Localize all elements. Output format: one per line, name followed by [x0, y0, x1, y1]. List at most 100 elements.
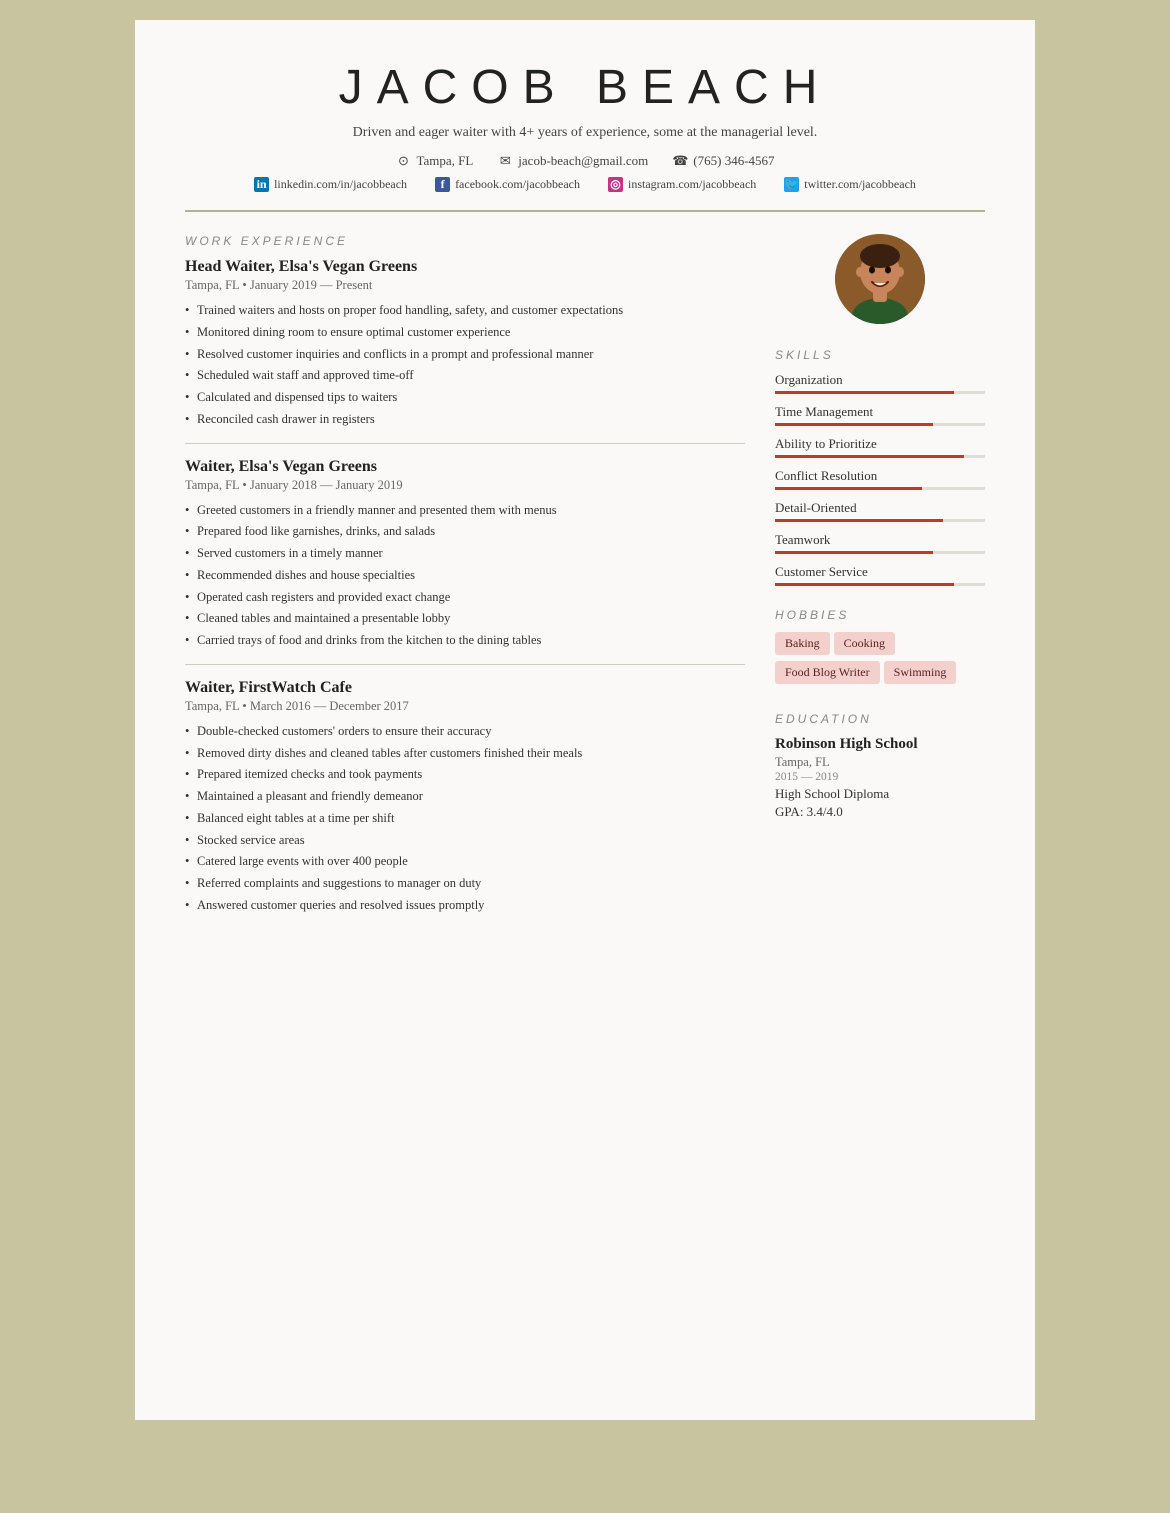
list-item: Double-checked customers' orders to ensu… — [185, 722, 745, 741]
hobbies-section: HOBBIES BakingCookingFood Blog WriterSwi… — [775, 608, 985, 690]
skill-bar-bg — [775, 391, 985, 394]
edu-school: Robinson High School — [775, 736, 985, 753]
hobby-tag: Cooking — [834, 632, 895, 655]
email-item: ✉ jacob-beach@gmail.com — [497, 153, 648, 169]
facebook-item: f facebook.com/jacobbeach — [435, 177, 580, 192]
skill-bar-fill — [775, 455, 964, 458]
hobbies-list: BakingCookingFood Blog WriterSwimming — [775, 632, 985, 690]
list-item: Balanced eight tables at a time per shif… — [185, 809, 745, 828]
job-3-title: Waiter, FirstWatch Cafe — [185, 679, 745, 697]
facebook-icon: f — [435, 177, 450, 192]
skill-item: Conflict Resolution — [775, 468, 985, 490]
skills-section: SKILLS Organization Time Management Abil… — [775, 348, 985, 586]
skill-name: Customer Service — [775, 564, 985, 580]
facebook-text: facebook.com/jacobbeach — [455, 177, 580, 192]
list-item: Trained waiters and hosts on proper food… — [185, 301, 745, 320]
list-item: Reconciled cash drawer in registers — [185, 410, 745, 429]
list-item: Catered large events with over 400 peopl… — [185, 852, 745, 871]
social-links: in linkedin.com/in/jacobbeach f facebook… — [185, 177, 985, 192]
right-column: SKILLS Organization Time Management Abil… — [775, 234, 985, 927]
candidate-tagline: Driven and eager waiter with 4+ years of… — [185, 125, 985, 141]
list-item: Calculated and dispensed tips to waiters — [185, 388, 745, 407]
list-item: Removed dirty dishes and cleaned tables … — [185, 744, 745, 763]
phone-text: (765) 346-4567 — [693, 153, 774, 169]
job-1-bullets: Trained waiters and hosts on proper food… — [185, 301, 745, 429]
skill-item: Organization — [775, 372, 985, 394]
skill-item: Ability to Prioritize — [775, 436, 985, 458]
skill-bar-bg — [775, 423, 985, 426]
edu-gpa: GPA: 3.4/4.0 — [775, 804, 985, 820]
list-item: Referred complaints and suggestions to m… — [185, 874, 745, 893]
skills-list: Organization Time Management Ability to … — [775, 372, 985, 586]
skill-item: Teamwork — [775, 532, 985, 554]
skill-bar-fill — [775, 487, 922, 490]
skill-name: Time Management — [775, 404, 985, 420]
list-item: Operated cash registers and provided exa… — [185, 588, 745, 607]
phone-icon: ☎ — [672, 153, 688, 169]
skill-bar-fill — [775, 391, 954, 394]
job-1: Head Waiter, Elsa's Vegan Greens Tampa, … — [185, 258, 745, 429]
skill-item: Time Management — [775, 404, 985, 426]
list-item: Answered customer queries and resolved i… — [185, 896, 745, 915]
twitter-icon: 🐦 — [784, 177, 799, 192]
list-item: Stocked service areas — [185, 831, 745, 850]
skill-name: Detail-Oriented — [775, 500, 985, 516]
avatar-container — [775, 234, 985, 324]
main-content: WORK EXPERIENCE Head Waiter, Elsa's Vega… — [185, 234, 985, 927]
skill-bar-fill — [775, 519, 943, 522]
skill-bar-bg — [775, 551, 985, 554]
list-item: Recommended dishes and house specialties — [185, 566, 745, 585]
skill-bar-fill — [775, 423, 933, 426]
instagram-item: ◎ instagram.com/jacobbeach — [608, 177, 756, 192]
hobby-tag: Swimming — [884, 661, 957, 684]
linkedin-item: in linkedin.com/in/jacobbeach — [254, 177, 407, 192]
job-2: Waiter, Elsa's Vegan Greens Tampa, FL • … — [185, 458, 745, 650]
list-item: Carried trays of food and drinks from th… — [185, 631, 745, 650]
job-divider-2 — [185, 664, 745, 665]
skill-bar-bg — [775, 455, 985, 458]
skills-title: SKILLS — [775, 348, 985, 362]
phone-item: ☎ (765) 346-4567 — [672, 153, 774, 169]
list-item: Maintained a pleasant and friendly demea… — [185, 787, 745, 806]
skill-name: Conflict Resolution — [775, 468, 985, 484]
twitter-text: twitter.com/jacobbeach — [804, 177, 916, 192]
skill-item: Customer Service — [775, 564, 985, 586]
job-2-bullets: Greeted customers in a friendly manner a… — [185, 501, 745, 650]
skill-bar-fill — [775, 583, 954, 586]
job-3-bullets: Double-checked customers' orders to ensu… — [185, 722, 745, 915]
instagram-icon: ◎ — [608, 177, 623, 192]
list-item: Scheduled wait staff and approved time-o… — [185, 366, 745, 385]
header-divider — [185, 210, 985, 212]
list-item: Prepared itemized checks and took paymen… — [185, 765, 745, 784]
edu-location: Tampa, FL — [775, 755, 985, 770]
location-text: Tampa, FL — [416, 153, 473, 169]
education-section: EDUCATION Robinson High School Tampa, FL… — [775, 712, 985, 820]
skill-name: Teamwork — [775, 532, 985, 548]
skill-bar-bg — [775, 519, 985, 522]
list-item: Resolved customer inquiries and conflict… — [185, 345, 745, 364]
skill-bar-bg — [775, 487, 985, 490]
work-experience-title: WORK EXPERIENCE — [185, 234, 745, 248]
skill-name: Organization — [775, 372, 985, 388]
linkedin-icon: in — [254, 177, 269, 192]
location-item: ⊙ Tampa, FL — [395, 153, 473, 169]
instagram-text: instagram.com/jacobbeach — [628, 177, 756, 192]
list-item: Prepared food like garnishes, drinks, an… — [185, 522, 745, 541]
contact-info: ⊙ Tampa, FL ✉ jacob-beach@gmail.com ☎ (7… — [185, 153, 985, 169]
edu-years: 2015 — 2019 — [775, 771, 985, 783]
left-column: WORK EXPERIENCE Head Waiter, Elsa's Vega… — [185, 234, 745, 927]
job-divider-1 — [185, 443, 745, 444]
list-item: Greeted customers in a friendly manner a… — [185, 501, 745, 520]
linkedin-text: linkedin.com/in/jacobbeach — [274, 177, 407, 192]
candidate-name: JACOB BEACH — [185, 60, 985, 115]
job-2-title: Waiter, Elsa's Vegan Greens — [185, 458, 745, 476]
hobbies-title: HOBBIES — [775, 608, 985, 622]
twitter-item: 🐦 twitter.com/jacobbeach — [784, 177, 916, 192]
skill-bar-fill — [775, 551, 933, 554]
job-3: Waiter, FirstWatch Cafe Tampa, FL • Marc… — [185, 679, 745, 915]
hobby-tag: Baking — [775, 632, 830, 655]
email-icon: ✉ — [497, 153, 513, 169]
resume-header: JACOB BEACH Driven and eager waiter with… — [185, 60, 985, 192]
skill-bar-bg — [775, 583, 985, 586]
avatar-svg — [835, 234, 925, 324]
